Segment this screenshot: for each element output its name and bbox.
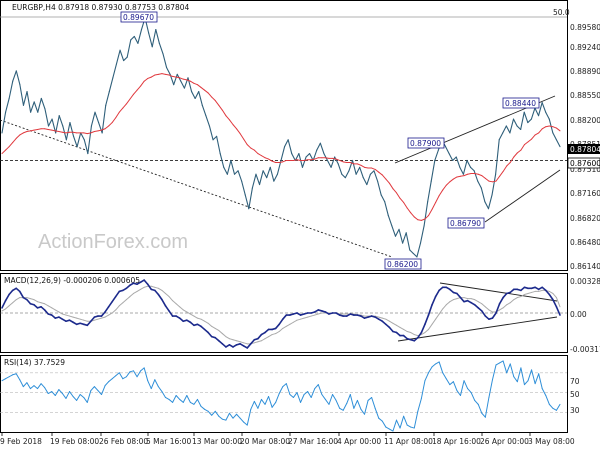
ma-segment — [44, 128, 49, 130]
ma-segment — [58, 131, 63, 133]
macd-y-tick: 0.003285 — [570, 277, 600, 286]
x-tick-label: 26 Feb 08:00 — [99, 437, 148, 446]
price-panel-title: EURGBP,H4 0.87918 0.87930 0.87753 0.8780… — [12, 3, 190, 12]
ma-segment — [93, 130, 99, 133]
rsi-panel-title: RSI(14) 37.7529 — [4, 358, 65, 367]
rsi-y-tick: 30 — [570, 406, 580, 415]
ma-segment — [37, 128, 42, 130]
ma-segment — [97, 129, 103, 132]
x-tick-label: 20 Mar 08:00 — [240, 437, 290, 446]
x-tick-label: 27 Mar 16:00 — [288, 437, 338, 446]
ma-segment — [278, 161, 284, 164]
ma-segment — [491, 180, 497, 183]
ma-segment — [172, 75, 177, 78]
ma-segment — [459, 175, 465, 177]
ma-segment — [86, 132, 92, 135]
ma-segment — [51, 129, 56, 132]
ma-segment — [332, 157, 337, 160]
chart-canvas: ActionForex.com EURGBP,H4 0.87918 0.8793… — [0, 0, 600, 446]
ma-segment — [61, 131, 67, 134]
rsi-panel-frame — [0, 355, 568, 433]
price-y-tick: 0.86140 — [570, 262, 600, 271]
annotation-label: 0.87900 — [410, 139, 441, 148]
x-tick-label: 18 Apr 16:00 — [432, 437, 481, 446]
ma-segment — [83, 132, 88, 135]
price-y-tick: 0.88200 — [570, 116, 600, 125]
rsi-y-tick: 70 — [570, 377, 580, 386]
x-tick-label: 5 Mar 16:00 — [146, 437, 192, 446]
x-tick-label: 13 Mar 00:00 — [192, 437, 242, 446]
ma-segment — [175, 76, 181, 79]
price-y-tick: 0.88550 — [570, 91, 600, 100]
ma-segment — [29, 129, 35, 132]
ma-segment — [182, 78, 188, 81]
current-price-value: 0.87804 — [570, 145, 600, 154]
price-y-tick: 0.86820 — [570, 214, 600, 223]
support-price-value: 0.87600 — [570, 159, 600, 168]
support-tag: 0.87600 — [567, 157, 600, 169]
price-y-tick: 0.89580 — [570, 23, 600, 32]
ma-segment — [342, 161, 348, 164]
x-tick-label: 19 Feb 08:00 — [50, 437, 99, 446]
ma-segment — [296, 159, 302, 161]
ma-segment — [154, 73, 159, 76]
current-price-tag: 0.87804 — [568, 144, 600, 154]
ma-segment — [47, 128, 53, 131]
x-tick-label: 4 Apr 00:00 — [337, 437, 381, 446]
price-panel-frame — [0, 0, 568, 271]
ma-segment — [417, 219, 422, 221]
macd-y-tick: -0.003177 — [570, 345, 600, 354]
ma-segment — [488, 180, 493, 183]
price-y-tick: 0.87160 — [570, 189, 600, 198]
ma-segment — [474, 173, 479, 175]
ma-segment — [364, 166, 369, 169]
price-y-tick: 0.88890 — [570, 67, 600, 76]
macd-panel-title: MACD(12,26,9) -0.000206 0.000605 — [4, 276, 140, 285]
annotation-label: 0.86200 — [387, 260, 418, 269]
ma-segment — [545, 125, 550, 128]
ma-segment — [157, 73, 163, 75]
ma-segment — [72, 131, 78, 134]
ma-segment — [324, 157, 330, 159]
price-y-tick: 0.89240 — [570, 43, 600, 52]
ma-segment — [310, 158, 316, 161]
price-y-tick: 0.86480 — [570, 238, 600, 247]
ma-segment — [164, 73, 170, 76]
ma-segment — [54, 130, 60, 133]
annotation-label: 0.88440 — [505, 99, 536, 108]
x-tick-label: 11 Apr 08:00 — [384, 437, 433, 446]
macd-y-tick: 0.00 — [570, 310, 587, 319]
x-tick-label: 3 May 08:00 — [528, 437, 575, 446]
ma-segment — [456, 175, 461, 178]
rsi-y-tick: 50 — [570, 390, 580, 399]
fib-50-label: 50.0 — [553, 8, 570, 17]
ma-segment — [467, 173, 472, 175]
x-tick-label: 9 Feb 2018 — [0, 437, 42, 446]
ma-segment — [161, 73, 166, 75]
ma-segment — [33, 128, 39, 131]
annotation-label: 0.89670 — [123, 13, 154, 22]
ma-segment — [65, 131, 71, 134]
annotation-label: 0.86790 — [450, 219, 481, 228]
watermark: ActionForex.com — [38, 231, 188, 253]
x-tick-label: 26 Apr 00:00 — [480, 437, 529, 446]
x-axis: 9 Feb 2018 19 Feb 08:00 26 Feb 08:00 5 M… — [0, 432, 575, 446]
ma-segment — [548, 125, 554, 128]
ma-segment — [303, 159, 309, 161]
ma-segment — [26, 130, 31, 133]
chart-root: ActionForex.com EURGBP,H4 0.87918 0.8793… — [0, 0, 600, 450]
ma-segment — [292, 159, 298, 161]
